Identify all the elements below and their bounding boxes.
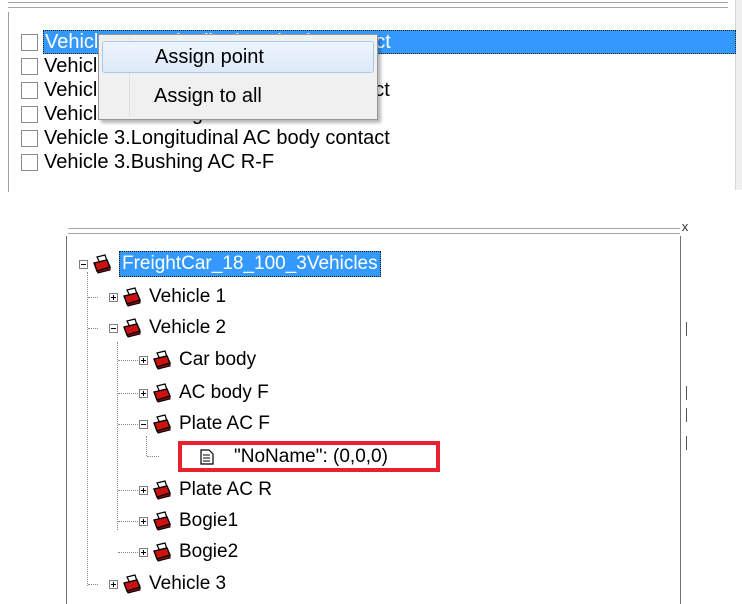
tree-connector [118, 424, 140, 425]
body-icon [153, 383, 171, 403]
tree-node-label: Bogie1 [179, 510, 239, 531]
tree-panel-border [680, 236, 681, 604]
tree-node-bogie2[interactable]: Bogie2 [139, 539, 238, 565]
list-item[interactable]: Vehicle 3.Bushing AC R-F [12, 150, 736, 174]
checklist-panel-border [8, 12, 9, 192]
menu-item-label: Assign to all [154, 85, 262, 107]
tree-connector [88, 297, 98, 298]
menu-item-label: Assign point [155, 46, 264, 68]
minus-expander-icon[interactable] [79, 259, 88, 269]
checkbox[interactable] [21, 81, 38, 99]
tree-node-plate-ac-f[interactable]: Plate AC F [139, 411, 270, 437]
tree-connector [118, 552, 140, 553]
tree-node-label: Vehicle 2 [149, 317, 227, 338]
annotation-highlight-box [178, 441, 440, 472]
plus-expander-icon[interactable] [139, 388, 148, 398]
tree-node-label: Car body [179, 349, 257, 370]
divider [686, 408, 693, 422]
plus-expander-icon[interactable] [109, 579, 118, 589]
list-item[interactable]: Vehicle 3.Longitudinal AC body contact [12, 126, 736, 150]
body-icon [153, 350, 171, 370]
context-menu: Assign point Assign to all [98, 34, 378, 120]
tree-node-label: Plate AC R [179, 479, 272, 500]
tree-connector [118, 490, 140, 491]
adjacent-panel-edge [682, 236, 696, 604]
minus-expander-icon[interactable] [109, 323, 118, 333]
tree-node-label: Vehicle 3 [149, 573, 227, 594]
body-icon [153, 414, 171, 434]
menu-item-assign-to-all[interactable]: Assign to all [102, 81, 374, 113]
body-icon [93, 254, 111, 274]
plus-expander-icon[interactable] [139, 355, 148, 365]
checkbox[interactable] [21, 129, 38, 147]
tree-panel-titlebar [68, 228, 680, 234]
tree-node-vehicle-3[interactable]: Vehicle 3 [109, 571, 226, 597]
tree-connector [88, 584, 98, 585]
body-icon [153, 511, 171, 531]
close-icon[interactable]: x [678, 220, 692, 234]
tree-node-label: FreightCar_18_100_3Vehicles [119, 251, 381, 277]
list-item-label: Vehicle 3.Longitudinal AC body contact [44, 127, 390, 149]
tree-connector [118, 521, 140, 522]
body-icon [153, 480, 171, 500]
body-icon [123, 574, 141, 594]
tree-connector [118, 360, 140, 361]
tree-connector [147, 456, 159, 457]
tree-node-vehicle-2[interactable]: Vehicle 2 [109, 315, 226, 341]
body-icon [123, 287, 141, 307]
body-icon [153, 542, 171, 562]
tree-connector [87, 272, 88, 586]
tree-node-bogie1[interactable]: Bogie1 [139, 508, 238, 534]
tree-node-label: Bogie2 [179, 541, 239, 562]
tree-node-root[interactable]: FreightCar_18_100_3Vehicles [79, 251, 381, 277]
tree-node-label: Plate AC F [179, 413, 270, 434]
checkbox[interactable] [21, 33, 38, 51]
divider [686, 322, 693, 336]
body-icon [123, 318, 141, 338]
plus-expander-icon[interactable] [139, 485, 148, 495]
divider [686, 436, 693, 450]
tree-node-vehicle-1[interactable]: Vehicle 1 [109, 284, 226, 310]
tree-connector [117, 342, 118, 530]
tree-node-label: Vehicle 1 [149, 286, 227, 307]
checklist-panel-titlebar [8, 2, 728, 8]
tree-node-ac-body-f[interactable]: AC body F [139, 380, 269, 406]
divider [686, 386, 693, 400]
minus-expander-icon[interactable] [139, 419, 148, 429]
tree-node-label: AC body F [179, 382, 269, 403]
plus-expander-icon[interactable] [109, 292, 118, 302]
tree-node-car-body[interactable]: Car body [139, 347, 256, 373]
plus-expander-icon[interactable] [139, 547, 148, 557]
tree-connector [118, 393, 140, 394]
tree-panel-border [66, 236, 67, 604]
tree-connector [146, 436, 147, 456]
checkbox[interactable] [21, 57, 38, 75]
plus-expander-icon[interactable] [139, 516, 148, 526]
tree-connector [88, 328, 98, 329]
list-item-label: Vehicle 3.Bushing AC R-F [44, 151, 275, 173]
checkbox[interactable] [21, 105, 38, 123]
tree-node-plate-ac-r[interactable]: Plate AC R [139, 477, 272, 503]
menu-item-assign-point[interactable]: Assign point [102, 41, 374, 73]
checkbox[interactable] [21, 153, 38, 171]
checklist-scrollbar[interactable] [735, 0, 742, 190]
